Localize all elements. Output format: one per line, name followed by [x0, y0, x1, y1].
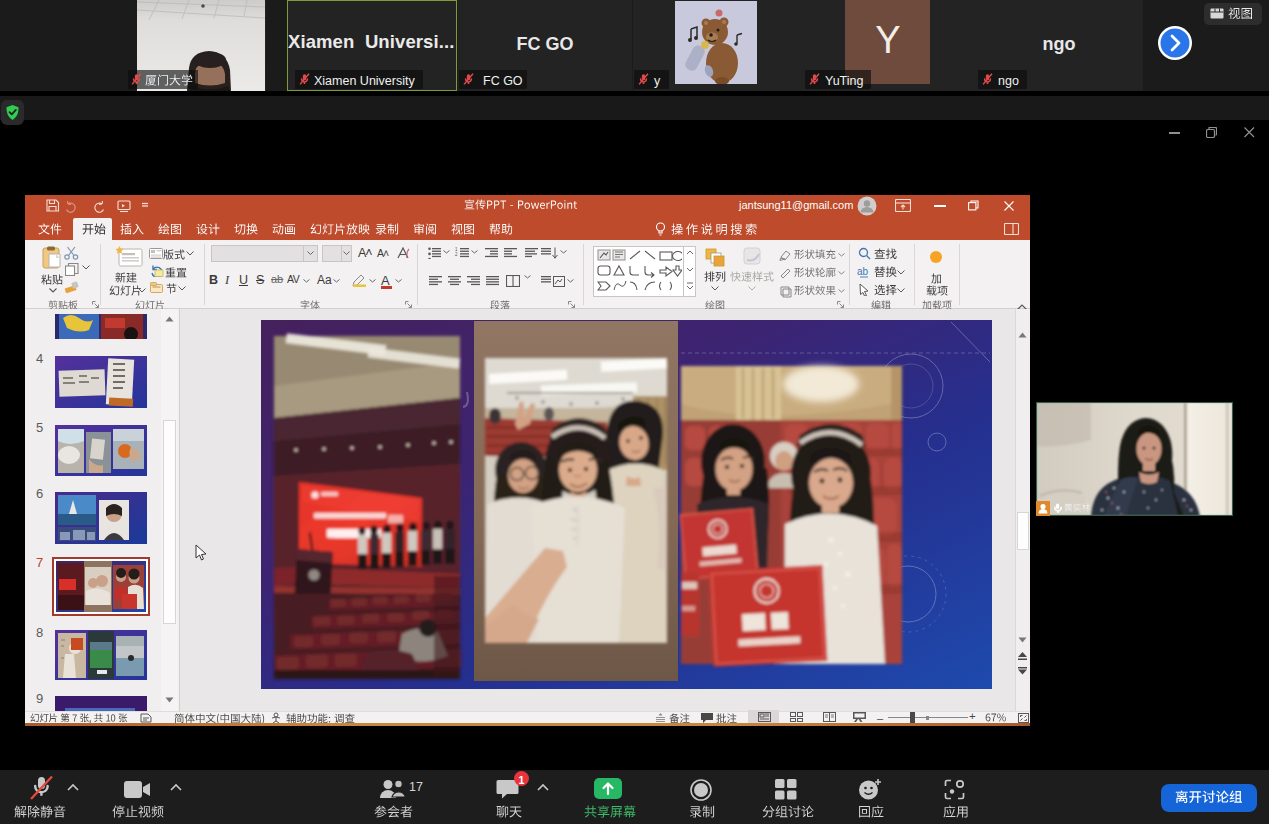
- svg-text:ab: ab: [857, 266, 869, 277]
